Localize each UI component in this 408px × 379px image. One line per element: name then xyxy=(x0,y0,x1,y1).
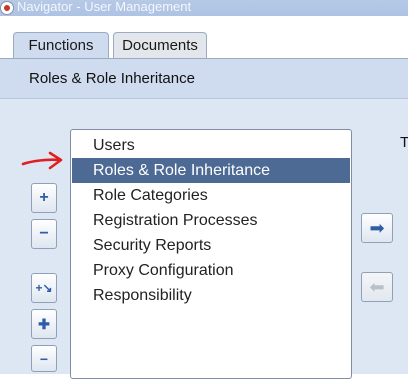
tab-strip: Functions Documents xyxy=(0,16,408,60)
expand-button[interactable]: + xyxy=(31,183,57,213)
section-title: Roles & Role Inheritance xyxy=(29,70,195,87)
move-right-button[interactable]: ➡ xyxy=(361,213,393,243)
list-item-responsibility[interactable]: Responsibility xyxy=(72,283,350,308)
annotation-arrow-icon xyxy=(21,151,63,170)
list-item-users[interactable]: Users xyxy=(72,133,350,158)
list-item-security-reports[interactable]: Security Reports xyxy=(72,233,350,258)
tab-functions[interactable]: Functions xyxy=(13,32,109,60)
expand-branch-button[interactable]: +↘ xyxy=(31,273,57,303)
expand-icon: + xyxy=(39,189,49,206)
list-item-role-categories[interactable]: Role Categories xyxy=(72,183,350,208)
collapse-button[interactable]: − xyxy=(31,219,57,249)
tab-documents[interactable]: Documents xyxy=(113,32,207,58)
expand-all-icon: ✚ xyxy=(38,316,50,332)
list-item-roles[interactable]: Roles & Role Inheritance xyxy=(72,158,350,183)
collapse-all-button[interactable]: − xyxy=(31,345,57,372)
app-logo-icon xyxy=(0,1,14,15)
arrow-right-icon: ➡ xyxy=(369,218,385,238)
list-item-proxy-configuration[interactable]: Proxy Configuration xyxy=(72,258,350,283)
expand-branch-icon: +↘ xyxy=(35,281,53,295)
function-list[interactable]: Users Roles & Role Inheritance Role Cate… xyxy=(70,129,352,379)
window-title: Navigator - User Management xyxy=(17,0,192,14)
expand-all-button[interactable]: ✚ xyxy=(31,309,57,339)
window-titlebar: Navigator - User Management xyxy=(0,0,408,16)
arrow-left-icon: ⬅ xyxy=(369,277,385,297)
move-left-button[interactable]: ⬅ xyxy=(361,272,393,302)
list-item-registration-processes[interactable]: Registration Processes xyxy=(72,208,350,233)
collapse-all-icon: − xyxy=(39,351,49,367)
collapse-icon: − xyxy=(39,225,49,242)
truncated-label: T xyxy=(400,134,408,151)
